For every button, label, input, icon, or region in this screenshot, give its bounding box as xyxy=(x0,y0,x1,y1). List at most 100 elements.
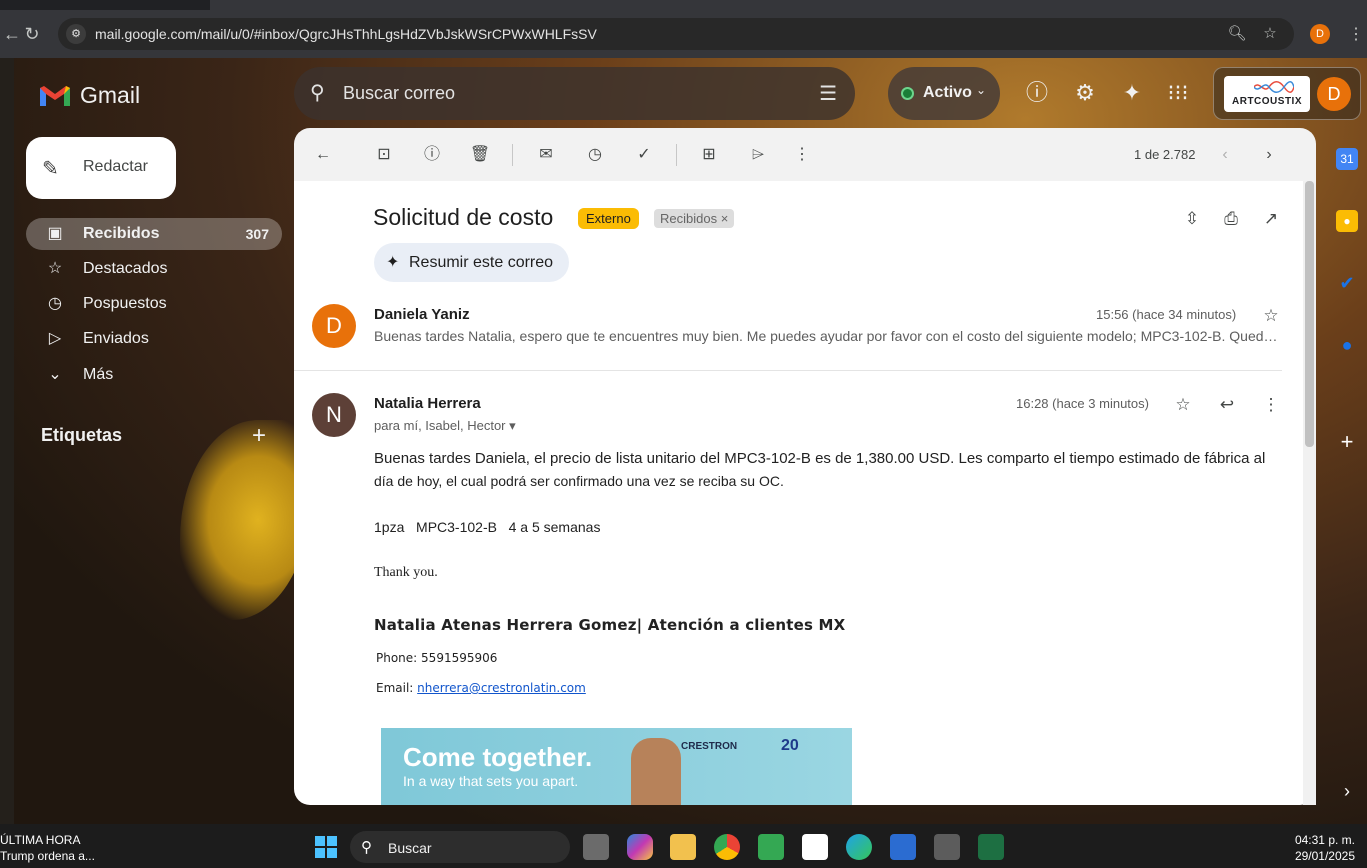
older-chevron-right-icon[interactable]: › xyxy=(1258,144,1280,166)
delete-icon[interactable]: 🗑︎ xyxy=(469,144,491,166)
sidebar-item-label: Enviados xyxy=(83,330,149,347)
calculator-icon[interactable] xyxy=(934,834,960,860)
sender-name[interactable]: Daniela Yaniz xyxy=(374,306,470,323)
google-chat-icon[interactable] xyxy=(758,834,784,860)
browser-profile-avatar[interactable]: D xyxy=(1310,24,1330,44)
news-subtext: Trump ordena a... xyxy=(0,849,95,863)
archive-icon[interactable]: ⊡ xyxy=(373,144,395,166)
url-text[interactable]: mail.google.com/mail/u/0/#inbox/QgrcJHsT… xyxy=(95,26,597,42)
banner-hand-image xyxy=(631,738,681,805)
scrollbar[interactable] xyxy=(1303,181,1316,805)
recipients-line[interactable]: para mí, Isabel, Hector ▾ xyxy=(374,418,516,434)
label-icon[interactable]: ⌲ xyxy=(747,144,769,166)
sidebar-item-starred[interactable]: ☆ Destacados xyxy=(26,253,282,285)
mark-unread-icon[interactable]: ✉ xyxy=(535,144,557,166)
gemini-sparkle-icon[interactable]: ✦ xyxy=(1118,79,1146,107)
settings-gear-icon[interactable]: ⚙ xyxy=(1071,79,1099,107)
chrome-icon[interactable] xyxy=(714,834,740,860)
inbox-icon: ▣ xyxy=(47,225,63,242)
thread-subject: Solicitud de costo xyxy=(373,204,554,230)
star-icon[interactable]: ☆ xyxy=(1260,305,1282,327)
sender-avatar[interactable]: D xyxy=(312,304,356,348)
account-switcher[interactable]: ARTCOUSTIX D xyxy=(1213,67,1361,120)
move-to-icon[interactable]: ⊞ xyxy=(698,144,720,166)
calendar-icon[interactable]: 31 xyxy=(1336,148,1358,170)
task-view-icon[interactable] xyxy=(583,834,609,860)
add-label-icon[interactable]: + xyxy=(252,422,266,450)
message-more-icon[interactable]: ⋮ xyxy=(1260,394,1282,416)
summarize-label: Resumir este correo xyxy=(409,254,554,271)
taskbar-search[interactable]: ⚲ Buscar xyxy=(350,831,570,863)
reload-icon[interactable]: ↻ xyxy=(20,22,44,46)
gmail-logo[interactable]: Gmail xyxy=(38,82,140,109)
contacts-icon[interactable]: ● xyxy=(1336,334,1358,356)
snooze-icon[interactable]: ◷ xyxy=(584,144,606,166)
windows-start-icon[interactable] xyxy=(314,835,338,859)
external-tag: Externo xyxy=(578,208,639,229)
copilot-icon[interactable] xyxy=(627,834,653,860)
show-side-panel-chevron-icon[interactable]: › xyxy=(1336,780,1358,802)
news-headline: ÚLTIMA HORA xyxy=(0,833,81,847)
sidebar-item-label: Más xyxy=(83,366,114,383)
app-icon[interactable] xyxy=(802,834,828,860)
system-clock[interactable]: 04:31 p. m. 29/01/2025 xyxy=(1295,832,1355,864)
add-task-icon[interactable]: ✓ xyxy=(633,144,655,166)
print-icon[interactable]: ⎙ xyxy=(1220,208,1242,230)
sender-name[interactable]: Natalia Herrera xyxy=(374,395,481,412)
excel-icon[interactable] xyxy=(978,834,1004,860)
compose-button[interactable]: ✎ Redactar xyxy=(26,137,176,199)
edge-icon[interactable] xyxy=(846,834,872,860)
sidebar-item-sent[interactable]: ▷ Enviados xyxy=(26,323,282,355)
phone-value: 5591595906 xyxy=(421,651,498,665)
signature-name: Natalia Atenas Herrera Gomez| Atención a… xyxy=(374,616,846,634)
chevron-down-icon: ⌄ xyxy=(48,366,62,383)
keep-icon[interactable]: ● xyxy=(1336,210,1358,232)
reply-icon[interactable]: ↩ xyxy=(1216,394,1238,416)
zoom-icon[interactable]: 🔍︎ xyxy=(1226,23,1248,45)
org-logo: ARTCOUSTIX xyxy=(1224,76,1310,112)
summarize-button[interactable]: ✦ Resumir este correo xyxy=(374,243,569,282)
help-icon[interactable]: ⓘ xyxy=(1023,79,1051,107)
sidebar-item-label: Pospuestos xyxy=(83,295,167,312)
status-selector[interactable]: Activo ⌄ xyxy=(888,67,1000,120)
account-avatar[interactable]: D xyxy=(1317,77,1351,111)
expand-all-icon[interactable]: ⇳ xyxy=(1181,208,1203,230)
star-icon: ☆ xyxy=(47,260,63,277)
back-to-inbox-icon[interactable]: ← xyxy=(312,144,334,166)
signature-banner-image[interactable]: Come together. In a way that sets you ap… xyxy=(381,728,852,805)
open-new-window-icon[interactable]: ↗ xyxy=(1260,208,1282,230)
file-explorer-icon[interactable] xyxy=(670,834,696,860)
search-bar[interactable]: ⚲ Buscar correo ☰ xyxy=(294,67,855,120)
inbox-label-text: Recibidos xyxy=(660,211,718,226)
pagination-count: 1 de 2.782 xyxy=(1134,147,1196,162)
more-options-icon[interactable]: ⋮ xyxy=(791,144,813,166)
scrollbar-thumb[interactable] xyxy=(1305,181,1314,447)
apps-grid-icon[interactable]: ⁝⁝⁝ xyxy=(1164,79,1192,107)
bookmark-star-icon[interactable]: ☆ xyxy=(1259,23,1281,45)
sender-avatar[interactable]: N xyxy=(312,393,356,437)
sidebar-item-snoozed[interactable]: ◷ Pospuestos xyxy=(26,288,282,320)
browser-menu-icon[interactable]: ⋮ xyxy=(1348,24,1364,44)
toolbar-divider xyxy=(676,144,677,166)
site-info-icon[interactable]: ⚙ xyxy=(66,24,86,44)
newer-chevron-left-icon[interactable]: ‹ xyxy=(1214,144,1236,166)
search-icon[interactable]: ⚲ xyxy=(310,81,334,105)
sidebar-item-label: Recibidos xyxy=(83,225,160,242)
inbox-label-chip[interactable]: Recibidos × xyxy=(654,209,735,228)
message-snippet[interactable]: Buenas tardes Natalia, espero que te enc… xyxy=(374,328,1280,344)
sidebar-item-more[interactable]: ⌄ Más xyxy=(26,359,282,391)
tasks-icon[interactable]: ✔ xyxy=(1336,272,1358,294)
email-link[interactable]: nherrera@crestronlatin.com xyxy=(417,681,586,695)
recipients-dropdown-icon[interactable]: ▾ xyxy=(509,418,516,433)
search-options-icon[interactable]: ☰ xyxy=(819,81,837,106)
remove-label-close-icon[interactable]: × xyxy=(721,211,729,226)
report-spam-icon[interactable]: ⓘ xyxy=(421,144,443,166)
store-icon[interactable] xyxy=(890,834,916,860)
search-placeholder[interactable]: Buscar correo xyxy=(343,83,455,104)
get-addons-plus-icon[interactable]: + xyxy=(1336,431,1358,453)
address-bar[interactable]: ⚙ mail.google.com/mail/u/0/#inbox/QgrcJH… xyxy=(58,18,1294,50)
news-widget[interactable]: ÚLTIMA HORA Trump ordena a... xyxy=(0,832,95,864)
star-icon[interactable]: ☆ xyxy=(1172,394,1194,416)
message-time: 16:28 (hace 3 minutos) xyxy=(1016,396,1149,411)
sidebar-item-inbox[interactable]: ▣ Recibidos 307 xyxy=(26,218,282,250)
